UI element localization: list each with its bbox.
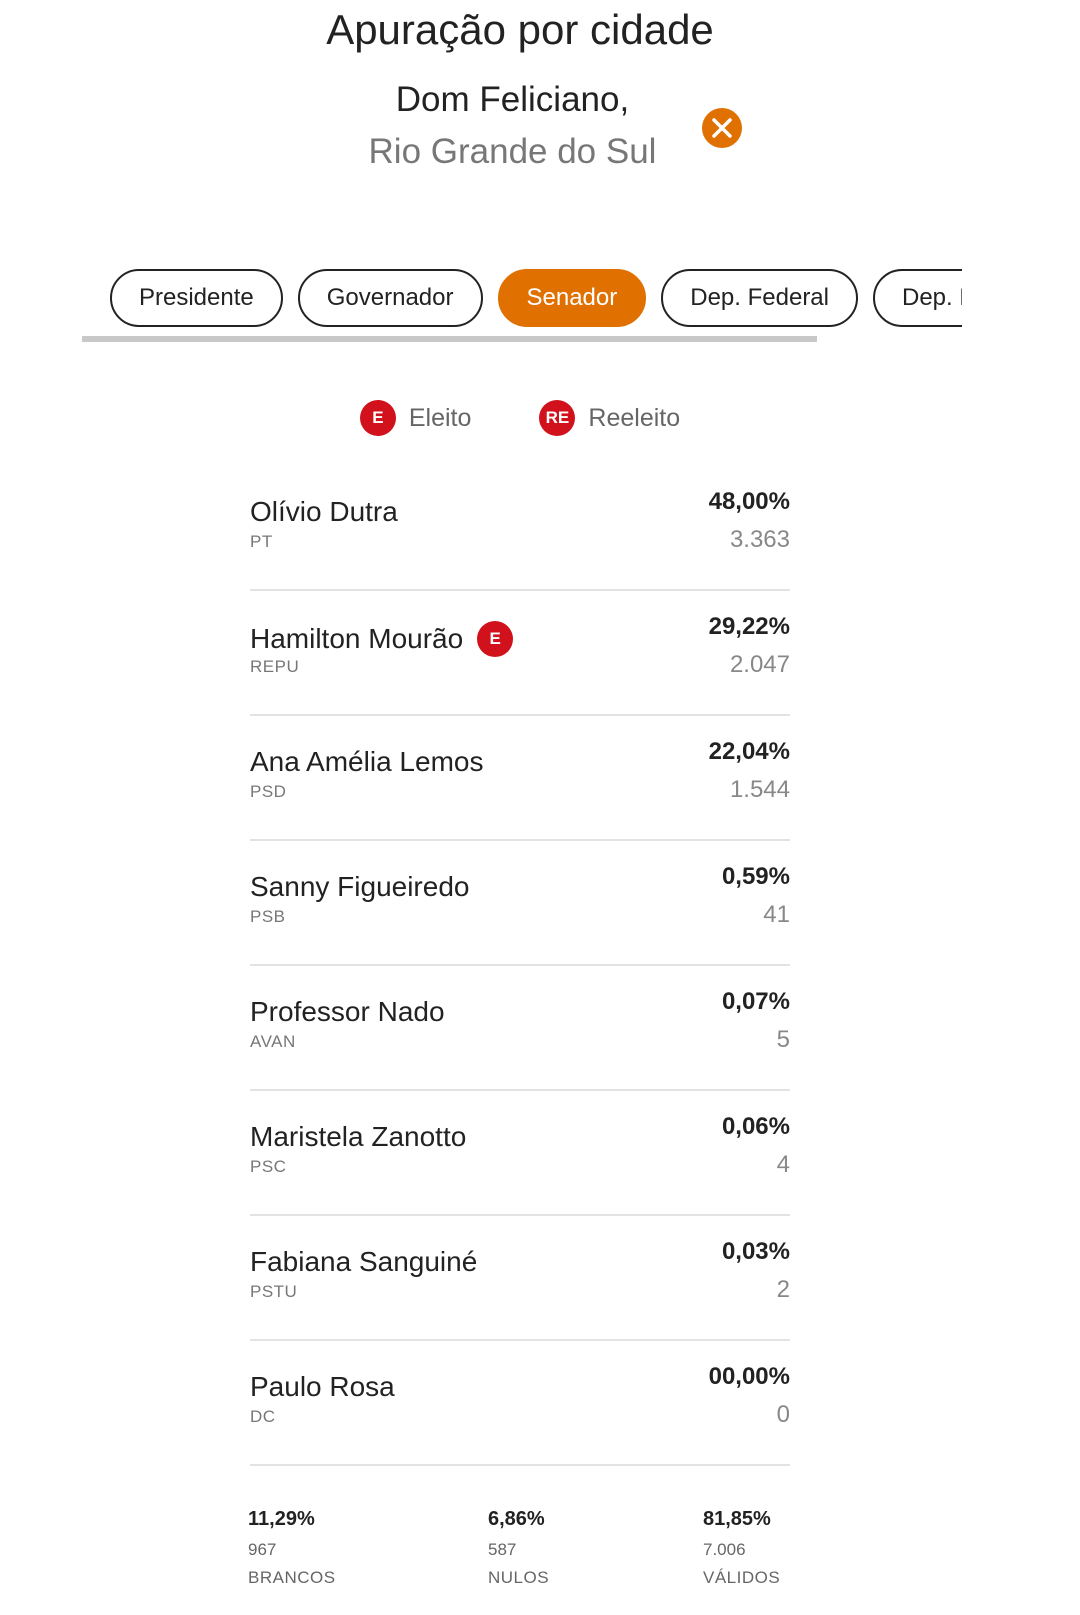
candidate-percent: 0,03% bbox=[721, 1238, 790, 1265]
city-name: Dom Feliciano, bbox=[395, 80, 630, 119]
summary-blank-label: BRANCOS bbox=[248, 1568, 336, 1587]
page-title: Apuração por cidade bbox=[326, 6, 714, 53]
tabs-scrollbar[interactable] bbox=[82, 336, 817, 342]
candidate-row: Sanny Figueiredo PSB 0,59% 41 bbox=[250, 841, 790, 966]
elected-badge-icon: E bbox=[359, 400, 396, 436]
candidate-row: Paulo Rosa DC 00,00% 0 bbox=[250, 1341, 790, 1466]
summary-null-percent: 6,86% bbox=[488, 1508, 545, 1530]
tab-senador[interactable]: Senador bbox=[497, 269, 647, 327]
summary-blank-count: 967 bbox=[248, 1540, 277, 1559]
summary-null-label: NULOS bbox=[488, 1568, 550, 1587]
summary-valid-label: VÁLIDOS bbox=[703, 1568, 781, 1587]
candidate-name: Fabiana Sanguiné bbox=[250, 1246, 477, 1278]
candidate-party: PSTU bbox=[250, 1282, 298, 1301]
candidate-row: Maristela Zanotto PSC 0,06% 4 bbox=[250, 1091, 790, 1216]
candidate-row: Hamilton Mourão E REPU 29,22% 2.047 bbox=[250, 591, 790, 716]
office-tabs: Presidente Governador Senador Dep. Federal D… bbox=[110, 269, 962, 333]
candidate-row: Professor Nado AVAN 0,07% 5 bbox=[250, 966, 790, 1091]
legend-elected-label: Eleito bbox=[408, 403, 472, 432]
candidate-votes: 0 bbox=[776, 1401, 790, 1428]
tab-presidente[interactable]: Presidente bbox=[110, 269, 283, 327]
candidate-votes: 2.047 bbox=[729, 651, 790, 678]
close-icon bbox=[712, 118, 732, 138]
candidate-name: Sanny Figueiredo bbox=[250, 871, 469, 903]
candidate-party: PSC bbox=[250, 1157, 287, 1176]
candidate-name-text: Ana Amélia Lemos bbox=[250, 746, 484, 777]
candidate-votes: 41 bbox=[763, 901, 790, 928]
legend-reelected: RE Reeleito bbox=[539, 400, 680, 436]
elected-badge-icon: E bbox=[477, 621, 514, 657]
candidate-votes: 4 bbox=[776, 1151, 790, 1178]
candidate-votes: 1.544 bbox=[729, 776, 790, 803]
reelected-badge-icon: RE bbox=[539, 400, 576, 436]
candidate-percent: 0,07% bbox=[721, 988, 790, 1015]
candidate-percent: 29,22% bbox=[708, 613, 790, 640]
candidate-name: Hamilton Mourão E bbox=[250, 621, 514, 657]
candidate-party: DC bbox=[250, 1407, 276, 1426]
summary-valid: 81,85% 7.006 VÁLIDOS bbox=[703, 1508, 780, 1588]
candidate-row: Olívio Dutra PT 48,00% 3.363 bbox=[250, 466, 790, 591]
tab-dep-estadual[interactable]: Dep. Estadual bbox=[873, 269, 962, 327]
candidate-name: Ana Amélia Lemos bbox=[250, 746, 483, 778]
candidate-party: PSB bbox=[250, 907, 286, 926]
candidate-name-text: Paulo Rosa bbox=[250, 1371, 395, 1402]
summary-null: 6,86% 587 NULOS bbox=[488, 1508, 549, 1588]
clear-city-button[interactable] bbox=[702, 108, 742, 148]
tab-governador[interactable]: Governador bbox=[297, 269, 483, 327]
candidate-row: Ana Amélia Lemos PSD 22,04% 1.544 bbox=[250, 716, 790, 841]
legend-reelected-label: Reeleito bbox=[588, 403, 681, 432]
summary-valid-count: 7.006 bbox=[703, 1540, 746, 1559]
legend: E Eleito RE Reeleito bbox=[0, 400, 1040, 436]
candidate-votes: 3.363 bbox=[729, 526, 790, 553]
summary-valid-percent: 81,85% bbox=[703, 1508, 771, 1530]
candidate-party: PT bbox=[250, 532, 273, 551]
candidate-name-text: Hamilton Mourão bbox=[250, 623, 464, 654]
candidate-party: AVAN bbox=[250, 1032, 296, 1051]
summary-blank-percent: 11,29% bbox=[248, 1508, 315, 1530]
candidate-name-text: Professor Nado bbox=[250, 996, 445, 1027]
candidate-votes: 2 bbox=[776, 1276, 790, 1303]
candidate-name: Professor Nado bbox=[250, 996, 445, 1028]
tab-dep-federal[interactable]: Dep. Federal bbox=[661, 269, 858, 327]
candidate-name: Maristela Zanotto bbox=[250, 1121, 466, 1153]
candidate-name-text: Olívio Dutra bbox=[250, 496, 398, 527]
candidate-percent: 22,04% bbox=[708, 738, 790, 765]
candidate-party: PSD bbox=[250, 782, 287, 801]
candidate-name: Paulo Rosa bbox=[250, 1371, 395, 1403]
candidate-name-text: Maristela Zanotto bbox=[250, 1121, 467, 1152]
candidate-percent: 0,06% bbox=[721, 1113, 790, 1140]
candidate-name-text: Sanny Figueiredo bbox=[250, 871, 470, 902]
candidate-percent: 00,00% bbox=[708, 1363, 790, 1390]
legend-elected: E Eleito bbox=[359, 400, 472, 436]
candidate-percent: 48,00% bbox=[708, 488, 790, 515]
candidate-percent: 0,59% bbox=[721, 863, 790, 890]
vote-summary: 11,29% 967 BRANCOS 6,86% 587 NULOS 81,85… bbox=[248, 1508, 793, 1608]
summary-blank: 11,29% 967 BRANCOS bbox=[248, 1508, 336, 1588]
candidate-list: Olívio Dutra PT 48,00% 3.363 Hamilton Mourão… bbox=[250, 466, 790, 1466]
candidate-name: Olívio Dutra bbox=[250, 496, 398, 528]
candidate-votes: 5 bbox=[776, 1026, 790, 1053]
state-name: Rio Grande do Sul bbox=[368, 132, 657, 171]
candidate-name-text: Fabiana Sanguiné bbox=[250, 1246, 478, 1277]
candidate-party: REPU bbox=[250, 657, 300, 676]
candidate-row: Fabiana Sanguiné PSTU 0,03% 2 bbox=[250, 1216, 790, 1341]
summary-null-count: 587 bbox=[488, 1540, 517, 1559]
election-results-page: Apuração por cidade Dom Feliciano, Rio G… bbox=[0, 0, 1080, 1615]
